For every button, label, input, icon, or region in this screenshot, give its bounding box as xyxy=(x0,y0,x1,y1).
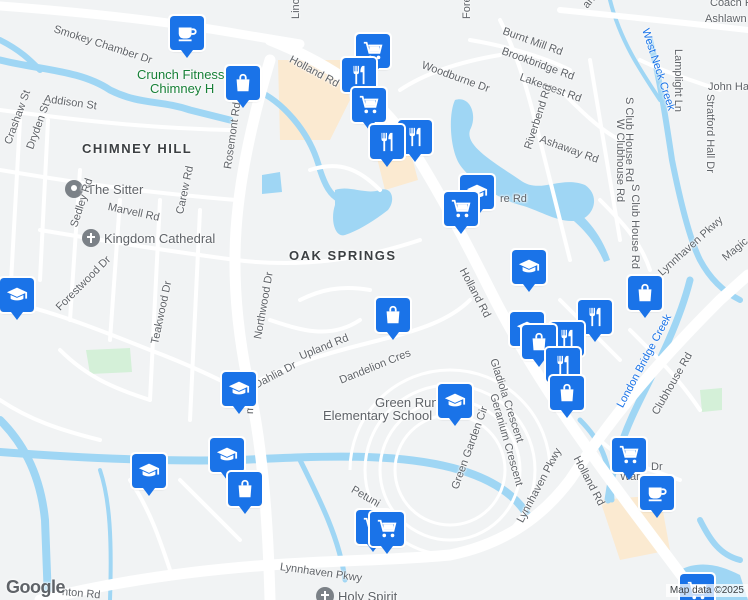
creek xyxy=(697,517,743,563)
school-marker[interactable] xyxy=(130,452,168,496)
water-body xyxy=(262,172,282,194)
graduation-cap-icon xyxy=(518,256,540,278)
road-north xyxy=(0,1,305,49)
shopping-bag-icon xyxy=(556,382,578,404)
school-marker[interactable] xyxy=(220,370,258,414)
grocery-marker[interactable] xyxy=(350,86,388,130)
fork-knife-icon xyxy=(552,354,574,376)
graduation-cap-icon xyxy=(138,460,160,482)
graduation-cap-icon xyxy=(444,390,466,412)
shopping-bag-icon xyxy=(634,282,656,304)
fork-knife-icon xyxy=(376,131,398,153)
poi-label: Kingdom Cathedral xyxy=(104,231,216,246)
graduation-cap-icon xyxy=(228,378,250,400)
shop-marker[interactable] xyxy=(226,470,264,514)
shopping-bag-icon xyxy=(232,72,254,94)
street-label: Lamplight Ln xyxy=(672,49,684,112)
street-label: re Rd xyxy=(500,193,527,205)
area-label: OAK SPRINGS xyxy=(289,248,397,263)
street-label: Coach F xyxy=(710,0,748,9)
fork-knife-icon xyxy=(584,306,606,328)
street-label: Ashlawn xyxy=(705,13,747,25)
graduation-cap-icon xyxy=(6,284,28,306)
street-label: W Clubhouse Rd xyxy=(614,119,626,203)
area-label: CHIMNEY HILL xyxy=(82,141,193,156)
coffee-cup-icon xyxy=(176,22,198,44)
map-attribution[interactable]: Map data ©2025 xyxy=(665,584,748,597)
restaurant-marker[interactable] xyxy=(368,123,406,167)
grocery-marker[interactable] xyxy=(442,190,480,234)
street-label: Lincoln xyxy=(290,0,302,19)
shopping-cart-icon xyxy=(450,198,472,220)
street-label: John Ha xyxy=(708,81,748,93)
shop-marker[interactable] xyxy=(374,296,412,340)
street-label: Dr xyxy=(651,461,663,473)
church-cross-icon[interactable] xyxy=(82,229,100,247)
park-area xyxy=(700,388,722,412)
graduation-cap-icon xyxy=(216,444,238,466)
street-label: Stratford Hall Dr xyxy=(704,94,716,173)
park-area xyxy=(86,348,132,374)
water-body xyxy=(333,188,393,236)
shopping-bag-icon xyxy=(234,478,256,500)
poi-label-gym: Chimney H xyxy=(150,81,215,96)
shopping-cart-icon xyxy=(618,444,640,466)
school-marker[interactable] xyxy=(0,276,36,320)
poi-label: The Sitter xyxy=(87,182,144,197)
cafe-marker[interactable] xyxy=(168,14,206,58)
school-marker[interactable] xyxy=(208,436,246,480)
poi-label: Elementary School xyxy=(323,408,433,423)
shop-marker[interactable] xyxy=(224,64,262,108)
grocery-marker[interactable] xyxy=(368,510,406,554)
google-logo: Google xyxy=(6,577,66,597)
shopping-cart-icon xyxy=(376,518,398,540)
coffee-cup-icon xyxy=(646,482,668,504)
shop-marker[interactable] xyxy=(548,374,586,418)
school-marker[interactable] xyxy=(436,382,474,426)
map-canvas[interactable]: CHIMNEY HILL OAK SPRINGS Crunch Fitness Chi… xyxy=(0,0,748,600)
street-label: S Club House Rd xyxy=(629,184,641,269)
creek xyxy=(0,416,52,600)
fork-knife-icon xyxy=(348,64,370,86)
fork-knife-icon xyxy=(404,126,426,148)
shop-marker[interactable] xyxy=(626,274,664,318)
shopping-cart-icon xyxy=(358,94,380,116)
cafe-marker[interactable] xyxy=(638,474,676,518)
school-marker[interactable] xyxy=(510,248,548,292)
poi-label: Holy Spirit xyxy=(338,589,398,600)
poi-label-gym: Crunch Fitness xyxy=(137,67,225,82)
shopping-bag-icon xyxy=(382,304,404,326)
street-label: Forest xyxy=(461,0,473,19)
street-label: nton Rd xyxy=(61,586,101,600)
grocery-marker[interactable] xyxy=(610,436,648,480)
church-cross-icon[interactable] xyxy=(316,587,334,600)
